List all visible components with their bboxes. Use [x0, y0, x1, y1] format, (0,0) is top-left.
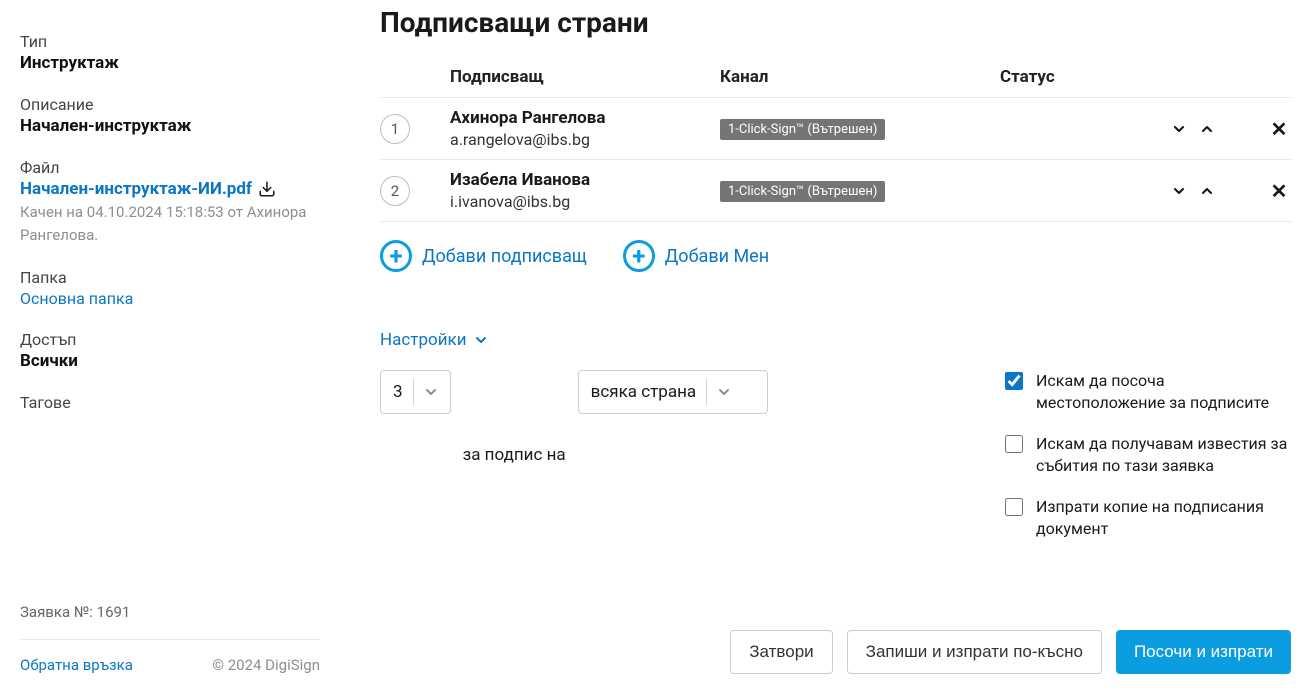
file-label: Файл — [20, 158, 320, 177]
chevron-down-icon — [711, 384, 737, 400]
description-label: Описание — [20, 95, 320, 114]
column-signer: Подписващ — [450, 67, 720, 87]
table-row: 1 Ахинора Рангелова a.rangelova@ibs.bg 1… — [380, 97, 1291, 159]
checkbox-location-label: Искам да посоча местоположение за подпис… — [1036, 370, 1291, 415]
signer-name: Ахинора Рангелова — [450, 108, 720, 128]
remove-signer-icon[interactable]: ✕ — [1267, 117, 1291, 141]
add-me-button[interactable]: + Добави Мен — [623, 240, 769, 272]
channel-badge: 1-Click-Sign™ (Вътрешен) — [720, 119, 885, 140]
checkbox-notifications-label: Искам да получавам известия за събития п… — [1036, 433, 1291, 478]
table-row: 2 Изабела Иванова i.ivanova@ibs.bg 1-Cli… — [380, 159, 1291, 221]
column-status: Статус — [1000, 67, 1161, 87]
move-up-icon[interactable] — [1195, 117, 1219, 141]
folder-link[interactable]: Основна папка — [20, 289, 133, 308]
plus-icon: + — [623, 240, 655, 272]
checkbox-location[interactable]: Искам да посоча местоположение за подпис… — [1001, 370, 1291, 415]
signers-table: Подписващ Канал Статус 1 Ахинора Рангело… — [380, 67, 1291, 290]
access-value: Всички — [20, 351, 320, 371]
signer-email: a.rangelova@ibs.bg — [450, 130, 720, 149]
settings-toggle[interactable]: Настройки — [380, 330, 1291, 350]
request-number: Заявка №: 1691 — [20, 543, 320, 621]
add-signer-button[interactable]: + Добави подписващ — [380, 240, 587, 272]
description-value: Начален-инструктаж — [20, 116, 320, 136]
point-and-send-button[interactable]: Посочи и изпрати — [1116, 630, 1291, 674]
page-select[interactable]: всяка страна — [578, 370, 768, 414]
file-link[interactable]: Начален-инструктаж-ИИ.pdf — [20, 179, 276, 199]
column-channel: Канал — [720, 67, 1000, 87]
signer-name: Изабела Иванова — [450, 170, 720, 190]
checkbox-location-input[interactable] — [1005, 372, 1023, 390]
add-signer-label: Добави подписващ — [422, 246, 587, 267]
signer-order: 2 — [380, 176, 410, 206]
signer-order: 1 — [380, 114, 410, 144]
main-content: Подписващи страни Подписващ Канал Статус… — [340, 0, 1307, 688]
signature-count-value: 3 — [393, 382, 413, 402]
move-up-icon[interactable] — [1195, 179, 1219, 203]
type-value: Инструктаж — [20, 53, 320, 73]
channel-badge: 1-Click-Sign™ (Вътрешен) — [720, 181, 885, 202]
access-label: Достъп — [20, 330, 320, 349]
file-link-text: Начален-инструктаж-ИИ.pdf — [20, 179, 252, 199]
download-icon[interactable] — [258, 180, 276, 198]
page-select-value: всяка страна — [591, 382, 707, 402]
copyright-text: © 2024 DigiSign — [212, 656, 320, 674]
checkbox-send-copy-label: Изпрати копие на подписания документ — [1036, 496, 1291, 541]
tags-label: Тагове — [20, 393, 320, 412]
plus-icon: + — [380, 240, 412, 272]
settings-toggle-label: Настройки — [380, 330, 467, 350]
move-down-icon[interactable] — [1167, 179, 1191, 203]
checkbox-send-copy-input[interactable] — [1005, 498, 1023, 516]
add-me-label: Добави Мен — [665, 246, 769, 267]
feedback-link[interactable]: Обратна връзка — [20, 656, 133, 674]
type-label: Тип — [20, 32, 320, 51]
sidebar: Тип Инструктаж Описание Начален-инструкт… — [0, 0, 340, 688]
close-button[interactable]: Затвори — [730, 630, 832, 674]
signature-count-select[interactable]: 3 — [380, 370, 451, 414]
chevron-down-icon — [473, 332, 489, 348]
folder-label: Папка — [20, 268, 320, 287]
file-meta: Качен на 04.10.2024 15:18:53 от Ахинора … — [20, 201, 320, 246]
chevron-down-icon — [418, 384, 444, 400]
checkbox-notifications-input[interactable] — [1005, 435, 1023, 453]
remove-signer-icon[interactable]: ✕ — [1267, 179, 1291, 203]
signature-count-label: за подпис на — [463, 445, 566, 465]
page-title: Подписващи страни — [380, 6, 1291, 39]
save-send-later-button[interactable]: Запиши и изпрати по-късно — [847, 630, 1102, 674]
signer-email: i.ivanova@ibs.bg — [450, 192, 720, 211]
checkbox-send-copy[interactable]: Изпрати копие на подписания документ — [1001, 496, 1291, 541]
move-down-icon[interactable] — [1167, 117, 1191, 141]
checkbox-notifications[interactable]: Искам да получавам известия за събития п… — [1001, 433, 1291, 478]
